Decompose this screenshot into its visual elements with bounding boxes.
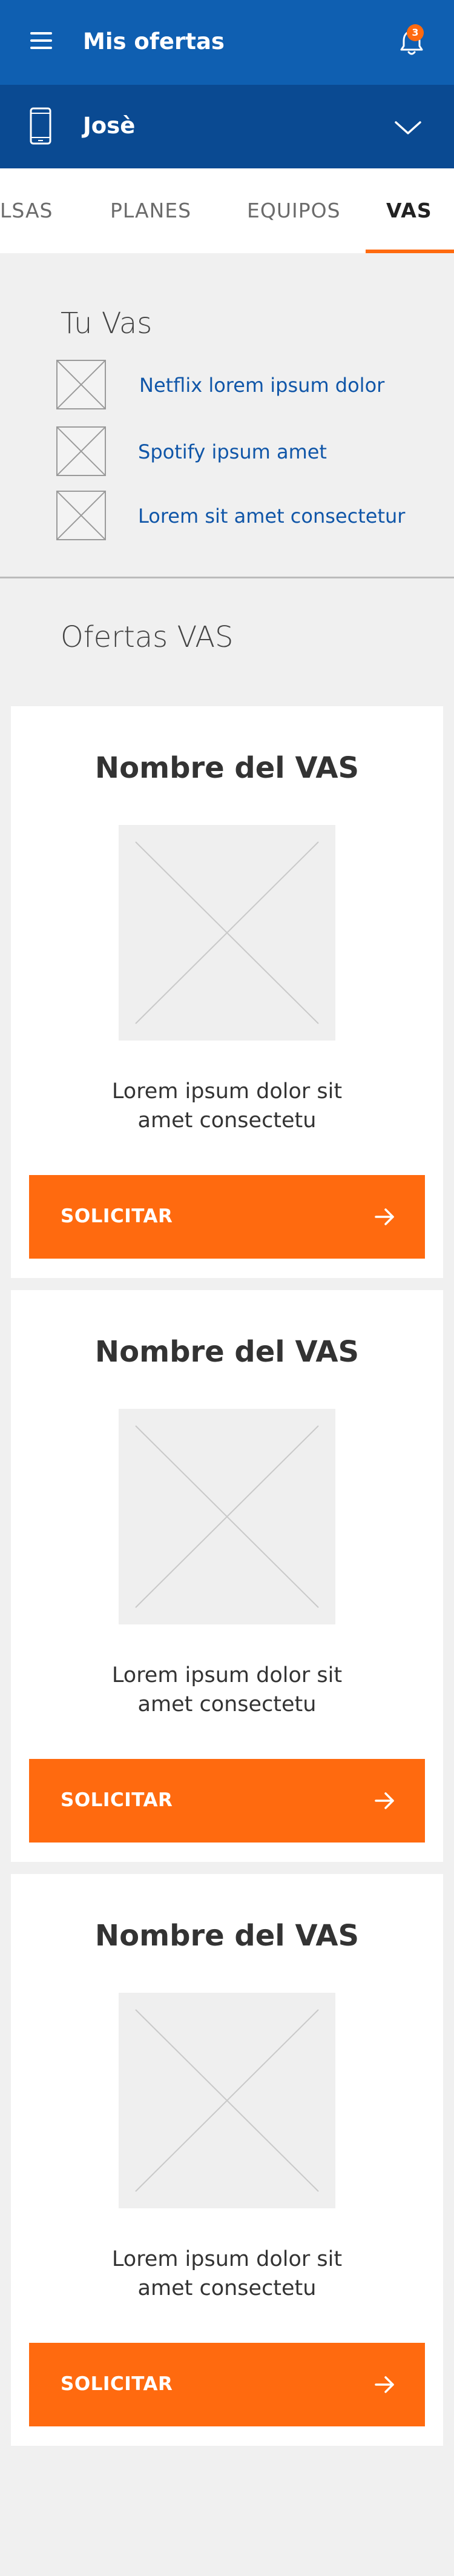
tab-equipos[interactable]: EQUIPOS (247, 199, 341, 223)
vas-item-link[interactable]: Netflix lorem ipsum dolor (139, 373, 384, 397)
account-selector[interactable]: Josè (0, 85, 454, 168)
card-description-line: amet consectetu (137, 1692, 317, 1717)
tab-bar: LSAS PLANES EQUIPOS VAS (0, 168, 454, 253)
card-description: Lorem ipsum dolor sit amet consectetu (77, 1077, 377, 1135)
card-description-line: Lorem ipsum dolor sit (111, 2247, 343, 2271)
image-placeholder-icon (56, 426, 106, 476)
card-title: Nombre del VAS (94, 1919, 360, 1953)
arrow-right-icon (375, 1208, 394, 1225)
tab-vas[interactable]: VAS (386, 199, 432, 223)
solicitar-button[interactable]: SOLICITAR (29, 1759, 425, 1843)
tab-planes[interactable]: PLANES (110, 199, 191, 223)
solicitar-button-label: SOLICITAR (61, 2373, 173, 2395)
image-placeholder-icon (119, 825, 335, 1041)
arrow-right-icon (375, 2376, 394, 2393)
account-name: Josè (83, 113, 136, 139)
vas-item[interactable]: Spotify ipsum amet (56, 426, 432, 477)
card-title: Nombre del VAS (94, 751, 360, 785)
card-description-line: amet consectetu (137, 1108, 317, 1133)
vas-item[interactable]: Netflix lorem ipsum dolor (56, 360, 432, 411)
tab-bolsas[interactable]: LSAS (0, 199, 53, 223)
image-placeholder-icon (119, 1993, 335, 2208)
page-title: Mis ofertas (83, 28, 225, 55)
card-description-line: amet consectetu (137, 2276, 317, 2300)
card-title: Nombre del VAS (94, 1335, 360, 1369)
ofertas-vas-title: Ofertas VAS (61, 620, 234, 654)
vas-item-link[interactable]: Spotify ipsum amet (138, 440, 327, 464)
vas-offer-card: Nombre del VAS Lorem ipsum dolor sit ame… (11, 706, 443, 1278)
card-description: Lorem ipsum dolor sit amet consectetu (77, 1661, 377, 1719)
image-placeholder-icon (56, 360, 106, 409)
card-description-line: Lorem ipsum dolor sit (111, 1079, 343, 1104)
chevron-down-icon[interactable] (393, 119, 423, 137)
vas-offer-card: Nombre del VAS Lorem ipsum dolor sit ame… (11, 1874, 443, 2446)
menu-icon[interactable] (30, 32, 52, 50)
vas-item-link[interactable]: Lorem sit amet consectetur (138, 504, 405, 528)
vas-offer-card: Nombre del VAS Lorem ipsum dolor sit ame… (11, 1290, 443, 1862)
card-description-line: Lorem ipsum dolor sit (111, 1663, 343, 1687)
section-divider (0, 577, 454, 578)
active-tab-indicator (366, 250, 454, 253)
vas-item[interactable]: Lorem sit amet consectetur (56, 491, 432, 541)
solicitar-button-label: SOLICITAR (61, 1205, 173, 1227)
image-placeholder-icon (56, 491, 106, 540)
solicitar-button[interactable]: SOLICITAR (29, 1175, 425, 1259)
arrow-right-icon (375, 1792, 394, 1809)
solicitar-button[interactable]: SOLICITAR (29, 2343, 425, 2426)
tu-vas-title: Tu Vas (61, 306, 153, 340)
image-placeholder-icon (119, 1409, 335, 1624)
phone-icon (30, 107, 51, 145)
app-header: Mis ofertas 3 (0, 0, 454, 85)
solicitar-button-label: SOLICITAR (61, 1789, 173, 1811)
card-description: Lorem ipsum dolor sit amet consectetu (77, 2245, 377, 2303)
notification-badge: 3 (407, 24, 424, 41)
